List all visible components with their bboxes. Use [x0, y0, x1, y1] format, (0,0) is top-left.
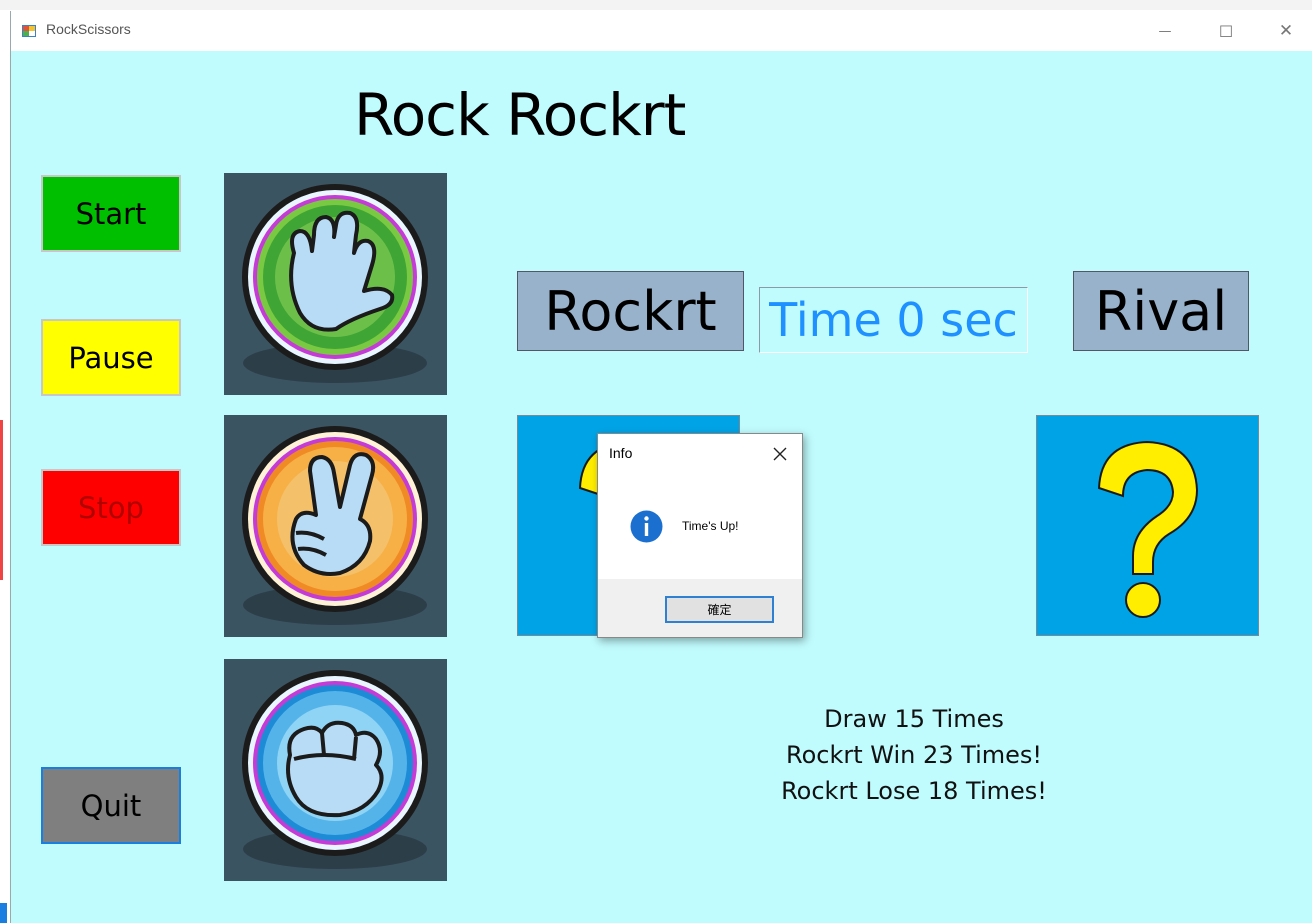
player-label-text: Rockrt: [544, 279, 717, 343]
start-button-label: Start: [75, 196, 147, 231]
background-window-strip: [0, 0, 1312, 10]
pause-button-label: Pause: [68, 340, 154, 375]
info-dialog: Info Time's Up! 確定: [597, 433, 803, 638]
info-icon: [630, 510, 663, 543]
scissors-choice-button[interactable]: [224, 415, 447, 637]
paper-choice-button[interactable]: [224, 173, 447, 395]
dialog-footer: 確定: [598, 579, 802, 637]
dialog-close-icon[interactable]: [770, 444, 790, 464]
stop-button[interactable]: Stop: [41, 469, 181, 546]
ok-button[interactable]: 確定: [665, 596, 774, 623]
title-bar[interactable]: RockScissors — ☐ ✕: [11, 11, 1312, 51]
lose-count: Rockrt Lose 18 Times!: [781, 777, 1047, 805]
start-button[interactable]: Start: [41, 175, 181, 252]
paper-hand-icon: [242, 184, 428, 383]
minimize-icon: —: [1158, 23, 1172, 39]
app-window: RockScissors — ☐ ✕ Rock Rockrt Start Pau…: [10, 11, 1312, 923]
stop-button-label: Stop: [78, 490, 144, 525]
game-heading: Rock Rockrt: [354, 81, 686, 149]
dialog-message: Time's Up!: [682, 519, 739, 533]
pause-button[interactable]: Pause: [41, 319, 181, 396]
question-mark-icon: [1097, 440, 1199, 618]
close-button[interactable]: ✕: [1263, 11, 1309, 51]
rock-hand-icon: [242, 670, 428, 869]
minimize-button[interactable]: —: [1142, 11, 1188, 51]
scissors-hand-icon: [242, 426, 428, 625]
maximize-button[interactable]: ☐: [1203, 11, 1249, 51]
rock-choice-button[interactable]: [224, 659, 447, 881]
quit-button[interactable]: Quit: [41, 767, 181, 844]
win-count: Rockrt Win 23 Times!: [785, 741, 1043, 769]
dialog-title: Info: [609, 445, 633, 461]
close-icon: ✕: [1278, 21, 1294, 41]
score-summary: Draw 15 Times Rockrt Win 23 Times! Rockr…: [746, 701, 1082, 809]
timer-text: Time 0 sec: [769, 293, 1018, 347]
timer-display: Time 0 sec: [759, 287, 1028, 353]
player-label: Rockrt: [517, 271, 744, 351]
window-title: RockScissors: [46, 21, 131, 37]
quit-button-label: Quit: [80, 788, 142, 823]
maximize-icon: ☐: [1218, 21, 1234, 41]
rival-label: Rival: [1073, 271, 1249, 351]
background-window-edge: [0, 420, 3, 580]
ok-button-label: 確定: [707, 603, 732, 617]
draw-count: Draw 15 Times: [824, 705, 1004, 733]
rival-label-text: Rival: [1094, 279, 1228, 343]
app-icon: [22, 25, 36, 37]
rival-choice-picture: [1036, 415, 1259, 636]
taskbar-edge: [0, 903, 7, 923]
